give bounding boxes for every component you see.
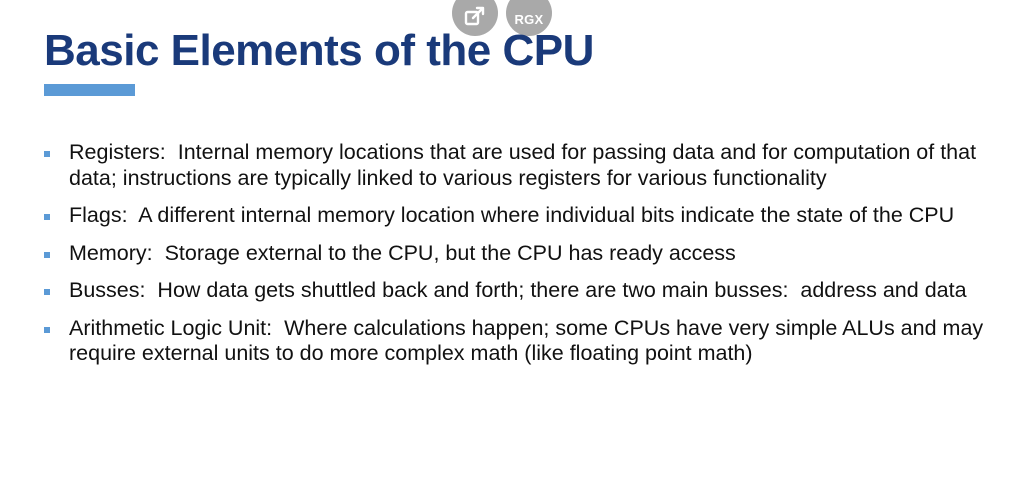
bullet-list: Registers: Internal memory locations tha… [44, 140, 984, 379]
bullet-text: Memory: Storage external to the CPU, but… [69, 240, 736, 265]
bullet-text: Busses: How data gets shuttled back and … [69, 278, 967, 302]
bullet-marker [44, 214, 50, 220]
bullet-marker [44, 251, 50, 258]
bullet-item-memory: Memory: Storage external to the CPU, but… [44, 241, 984, 267]
bullet-item-flags: Flags: A different internal memory locat… [44, 203, 984, 229]
bullet-text: Arithmetic Logic Unit: Where calculation… [69, 315, 990, 366]
bullet-item-registers: Registers: Internal memory locations tha… [44, 140, 984, 191]
title-accent-bar [44, 84, 135, 96]
bullet-marker [44, 326, 50, 333]
rgx-label: RGX [514, 11, 544, 27]
bullet-marker [44, 151, 50, 157]
bullet-text: Registers: Internal memory locations tha… [69, 140, 983, 190]
slide-title: Basic Elements of the CPU [44, 26, 594, 75]
bullet-item-alu: Arithmetic Logic Unit: Where calculation… [44, 316, 984, 367]
bullet-item-busses: Busses: How data gets shuttled back and … [44, 278, 984, 304]
popout-icon [464, 6, 485, 26]
bullet-text: Flags: A different internal memory locat… [69, 203, 955, 227]
bullet-marker [44, 289, 50, 295]
